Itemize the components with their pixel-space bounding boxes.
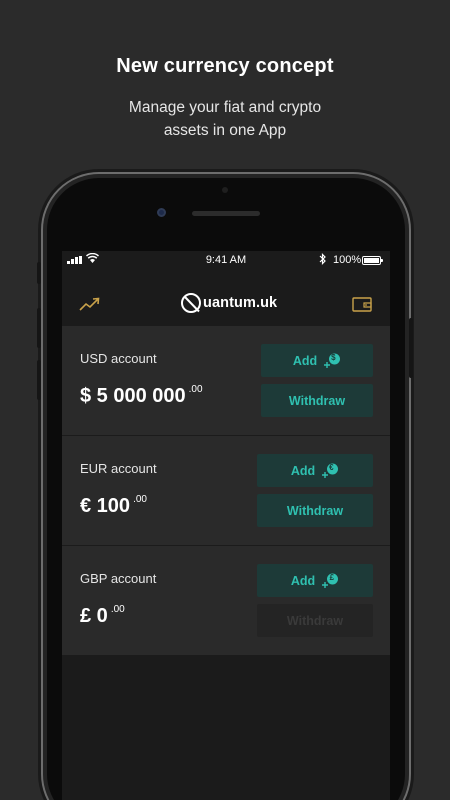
coin-symbol: £ [329,572,335,582]
account-card-eur: EUR account € 100.00 Add € Withdraw [62,436,390,545]
bluetooth-icon [319,253,326,265]
account-label: USD account [80,351,157,366]
mute-switch [37,262,41,284]
front-camera [157,208,166,217]
balance-value: $ 5 000 000 [80,385,186,407]
volume-down-button [37,360,41,400]
volume-up-button [37,308,41,348]
balance-cents: .00 [188,384,203,395]
account-balance: $ 5 000 000.00 [80,384,203,408]
add-button-label: Add [292,353,318,368]
wallet-icon[interactable] [352,297,372,312]
balance-cents: .00 [133,494,147,505]
account-label: EUR account [80,461,157,476]
account-balance: £ 0.00 [80,604,125,628]
balance-value: £ 0 [80,605,108,627]
add-usd-button[interactable]: Add $ [261,344,373,377]
withdraw-usd-button[interactable]: Withdraw [261,384,373,417]
add-coin-icon: € [321,463,339,479]
account-card-gbp: GBP account £ 0.00 Add £ Withdraw [62,546,390,655]
app-screen: 9:41 AM 100% uantum.uk USD account $ 5 0… [62,251,390,800]
power-button [409,318,413,378]
withdraw-eur-button[interactable]: Withdraw [257,494,373,527]
balance-cents: .00 [110,604,125,615]
battery-icon [362,256,383,265]
promo-title: New currency concept [116,55,334,77]
logo-text: uantum.uk [203,295,278,311]
no-symbol-q-icon [181,293,201,313]
promo-subtitle-line2: assets in one App [163,122,287,139]
promo-subtitle: Manage your fiat and crypto assets in on… [0,96,450,142]
add-eur-button[interactable]: Add € [257,454,373,487]
app-logo: uantum.uk [180,292,277,314]
add-coin-icon: $ [323,353,341,369]
balance-value: € 100 [80,495,131,517]
account-balance: € 100.00 [80,494,147,518]
coin-symbol: € [329,462,334,472]
app-header: uantum.uk [62,287,390,323]
add-gbp-button[interactable]: Add £ [257,564,373,597]
trend-up-icon[interactable] [79,297,101,311]
promo-subtitle-line1: Manage your fiat and crypto [128,99,322,116]
battery-percent: 100% [333,254,362,266]
add-coin-icon: £ [321,573,339,589]
earpiece-speaker [192,211,260,216]
coin-symbol: $ [331,352,336,362]
add-button-label: Add [290,573,316,588]
proximity-sensor [222,187,228,193]
account-card-usd: USD account $ 5 000 000.00 Add $ Withdra… [62,326,390,435]
status-bar: 9:41 AM 100% [62,251,390,271]
account-label: GBP account [80,571,157,586]
add-button-label: Add [290,463,316,478]
withdraw-gbp-button[interactable]: Withdraw [257,604,373,637]
